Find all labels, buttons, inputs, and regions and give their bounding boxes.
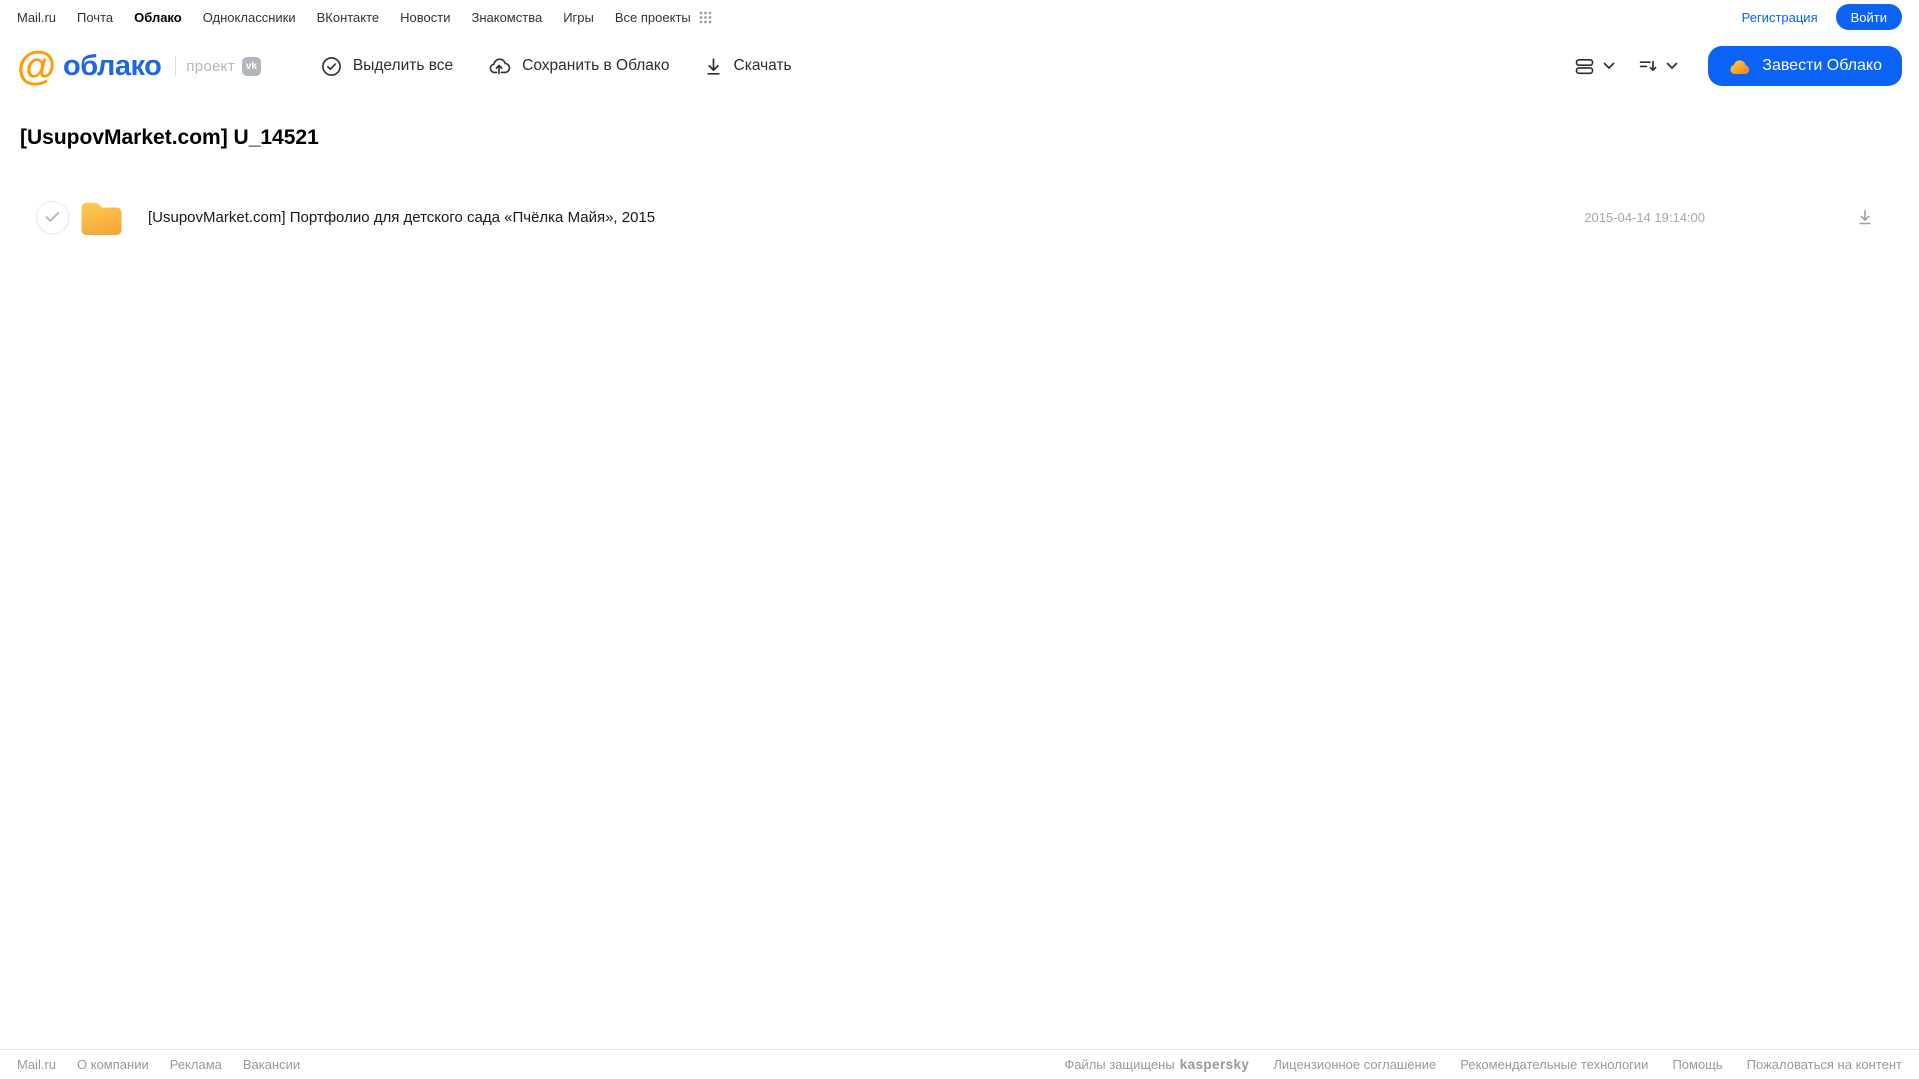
nav-link-news[interactable]: Новости [400, 10, 450, 25]
header-toolbar: @ облако проект vk Выделить все Сохранит… [0, 34, 1919, 98]
footer-link-help[interactable]: Помощь [1672, 1057, 1722, 1072]
download-icon [704, 56, 723, 77]
file-name-link[interactable]: [UsupovMarket.com] Портфолио для детског… [148, 209, 655, 226]
logo-divider [175, 56, 177, 76]
chevron-down-icon [1666, 62, 1678, 70]
all-projects-label: Все проекты [614, 9, 691, 25]
download-button[interactable]: Скачать [704, 56, 792, 77]
footer-link-recommendation-tech[interactable]: Рекомендательные технологии [1460, 1057, 1648, 1072]
nav-link-cloud[interactable]: Облако [134, 10, 182, 25]
page-title: [UsupovMarket.com] U_14521 [20, 126, 319, 149]
footer-link-mailru[interactable]: Mail.ru [17, 1057, 56, 1072]
chevron-down-icon [1603, 62, 1615, 70]
nav-link-vkontakte[interactable]: ВКонтакте [317, 10, 380, 25]
list-view-icon [1573, 56, 1596, 77]
footer: Mail.ru О компании Реклама Вакансии Файл… [0, 1049, 1919, 1079]
view-mode-selector[interactable] [1573, 56, 1615, 77]
nav-link-mailru[interactable]: Mail.ru [17, 10, 56, 25]
mailru-at-icon: @ [17, 44, 57, 88]
nav-link-games[interactable]: Игры [563, 10, 594, 25]
nav-link-dating[interactable]: Знакомства [471, 10, 542, 25]
cloud-icon [1728, 58, 1752, 75]
main-content: [UsupovMarket.com] U_14521 [UsupovMarket… [0, 126, 1919, 242]
footer-link-report-content[interactable]: Пожаловаться на контент [1747, 1057, 1902, 1072]
top-nav: Mail.ru Почта Облако Одноклассники ВКонт… [0, 0, 1919, 34]
check-circle-icon [321, 56, 342, 77]
get-cloud-button[interactable]: Завести Облако [1708, 46, 1902, 86]
top-nav-right: Регистрация Войти [1742, 4, 1902, 30]
download-label: Скачать [733, 57, 792, 74]
toolbar-actions: Выделить все Сохранить в Облако Скачать [321, 55, 792, 77]
file-checkbox[interactable] [36, 200, 69, 234]
check-icon [44, 210, 61, 224]
nav-link-all-projects[interactable]: Все проекты [615, 10, 712, 25]
kaspersky-logo[interactable]: kaspersky [1180, 1057, 1250, 1072]
cloud-logo[interactable]: @ облако проект vk [17, 44, 261, 88]
get-cloud-label: Завести Облако [1762, 57, 1882, 74]
kaspersky-protected-label: Файлы защищены [1064, 1057, 1175, 1072]
nav-link-odnoklassniki[interactable]: Одноклассники [203, 10, 296, 25]
save-to-cloud-label: Сохранить в Облако [522, 57, 670, 74]
kaspersky-protected: Файлы защищены kaspersky [1064, 1057, 1249, 1072]
sort-selector[interactable] [1637, 56, 1678, 76]
sort-icon [1637, 56, 1659, 76]
header-right-controls: Завести Облако [1573, 46, 1902, 86]
vk-logo-icon: vk [241, 56, 261, 76]
file-row[interactable]: [UsupovMarket.com] Портфолио для детског… [20, 192, 1899, 242]
footer-link-jobs[interactable]: Вакансии [243, 1057, 300, 1072]
grid-dots-icon [699, 11, 712, 24]
save-to-cloud-button[interactable]: Сохранить в Облако [487, 55, 670, 77]
footer-right: Файлы защищены kaspersky Лицензионное со… [1064, 1057, 1902, 1072]
cloud-logo-label: облако [63, 49, 162, 82]
footer-link-ads[interactable]: Реклама [170, 1057, 222, 1072]
select-all-label: Выделить все [352, 57, 454, 74]
login-button[interactable]: Войти [1835, 4, 1902, 30]
select-all-button[interactable]: Выделить все [321, 56, 453, 77]
registration-link[interactable]: Регистрация [1742, 10, 1818, 25]
folder-icon [79, 198, 124, 237]
nav-link-mail[interactable]: Почта [77, 10, 113, 25]
file-date: 2015-04-14 19:14:00 [1584, 209, 1705, 225]
project-label: проект [186, 57, 235, 75]
footer-link-about[interactable]: О компании [77, 1057, 149, 1072]
cloud-upload-icon [487, 55, 511, 77]
footer-link-license[interactable]: Лицензионное соглашение [1273, 1057, 1436, 1072]
file-download-icon[interactable] [1855, 207, 1875, 227]
